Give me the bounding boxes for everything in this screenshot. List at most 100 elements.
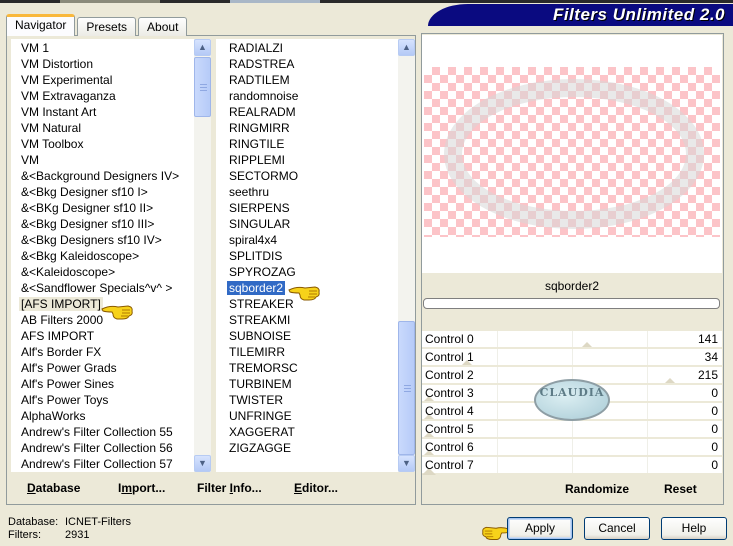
control-slider[interactable]: Control 5 0 [422,419,722,439]
database-button[interactable]: Database [27,481,80,495]
list-item[interactable]: VM Toolbox [11,136,211,152]
filters-count-value: 2931 [65,529,90,541]
list-item[interactable]: AFS IMPORT [11,328,211,344]
control-slider[interactable]: Control 0 141 [422,329,722,349]
scroll-down-button[interactable]: ▼ [194,455,211,472]
list-item[interactable]: ZIGZAGGE [216,440,415,456]
list-item-label: TILEMIRR [229,345,286,359]
editor-button[interactable]: Editor... [294,481,338,495]
list-item[interactable]: RADSTREA [216,56,415,72]
list-item[interactable]: Andrew's Filter Collection 56 [11,440,211,456]
list-item[interactable]: TREMORSC [216,360,415,376]
list-item-label: VM 1 [21,41,50,55]
list-item[interactable]: VM Distortion [11,56,211,72]
control-slider[interactable]: Control 6 0 [422,437,722,457]
list-item[interactable]: Alf's Power Toys [11,392,211,408]
list-item[interactable]: Alf's Power Grads [11,360,211,376]
list-item[interactable]: VM Instant Art [11,104,211,120]
slider-tick [497,421,498,437]
category-list[interactable]: VM 1 VM Distortion VM Experimental VM Extra… [11,39,211,472]
control-value: 0 [711,404,718,418]
list-item-label: TURBINEM [229,377,292,391]
tab-navigator[interactable]: Navigator [6,14,76,36]
database-value: ICNET-Filters [65,516,131,528]
scroll-thumb[interactable] [194,57,211,117]
list-item[interactable]: spiral4x4 [216,232,415,248]
list-item-label: SPYROZAG [229,265,296,279]
list-item[interactable]: SECTORMO [216,168,415,184]
list-item[interactable]: SUBNOISE [216,328,415,344]
list-item[interactable]: VM Extravaganza [11,88,211,104]
apply-button[interactable]: Apply [507,517,573,540]
list-item-label: Andrew's Filter Collection 55 [21,425,173,439]
list-item[interactable]: &<Bkg Designers sf10 IV> [11,232,211,248]
category-scrollbar[interactable]: ▲ ▼ [194,39,211,472]
list-item[interactable]: Andrew's Filter Collection 57 [11,456,211,472]
list-item-label: VM Instant Art [21,105,97,119]
tab-presets[interactable]: Presets [77,17,137,36]
list-item[interactable]: &<Bkg Designer sf10 III> [11,216,211,232]
list-item[interactable]: UNFRINGE [216,408,415,424]
list-item[interactable]: TURBINEM [216,376,415,392]
import-button[interactable]: Import... [118,481,165,495]
list-item[interactable]: VM Natural [11,120,211,136]
control-value: 141 [697,332,718,346]
list-item-label: TWISTER [229,393,283,407]
app-title-banner: Filters Unlimited 2.0 [428,4,733,26]
list-item-label: UNFRINGE [229,409,292,423]
control-label: Control 7 [425,458,474,472]
control-slider[interactable]: Control 1 34 [422,347,722,367]
list-item[interactable]: Andrew's Filter Collection 55 [11,424,211,440]
list-item[interactable]: SPYROZAG [216,264,415,280]
list-item[interactable]: SIERPENS [216,200,415,216]
list-item[interactable]: VM [11,152,211,168]
list-item[interactable]: seethru [216,184,415,200]
list-item-label: VM Experimental [21,73,113,87]
list-item[interactable]: &<Bkg Designer sf10 I> [11,184,211,200]
control-label: Control 2 [425,368,474,382]
list-item-label: spiral4x4 [229,233,278,247]
list-item[interactable]: RIPPLEMI [216,152,415,168]
slider-tick [572,331,573,347]
control-slider[interactable]: Control 7 0 [422,455,722,475]
list-item[interactable]: &<Background Designers IV> [11,168,211,184]
filter-scrollbar[interactable]: ▲ ▼ [398,39,415,472]
scroll-up-button[interactable]: ▲ [194,39,211,56]
scroll-down-button[interactable]: ▼ [398,455,415,472]
list-item[interactable]: Alf's Power Sines [11,376,211,392]
list-item[interactable]: &<BKg Designer sf10 II> [11,200,211,216]
slider-tick [497,349,498,365]
cancel-button[interactable]: Cancel [584,517,650,540]
list-item[interactable]: randomnoise [216,88,415,104]
list-item[interactable]: RADIALZI [216,40,415,56]
list-item[interactable]: &<Sandflower Specials^v^ > [11,280,211,296]
reset-button[interactable]: Reset [664,482,697,496]
list-item[interactable]: VM 1 [11,40,211,56]
list-item[interactable]: RINGMIRR [216,120,415,136]
list-item[interactable]: STREAKMI [216,312,415,328]
scroll-thumb[interactable] [398,321,415,455]
list-item[interactable]: Alf's Border FX [11,344,211,360]
list-item[interactable]: SINGULAR [216,216,415,232]
list-item[interactable]: VM Experimental [11,72,211,88]
list-item[interactable]: RINGTILE [216,136,415,152]
list-item-label: &<Bkg Kaleidoscope> [21,249,140,263]
list-item-label: Alf's Power Grads [21,361,117,375]
filter-info-button[interactable]: Filter Info... [197,481,262,495]
list-item[interactable]: TILEMIRR [216,344,415,360]
preview-image [424,67,720,237]
list-item[interactable]: REALRADM [216,104,415,120]
list-item[interactable]: XAGGERAT [216,424,415,440]
list-item[interactable]: SPLITDIS [216,248,415,264]
randomize-button[interactable]: Randomize [565,482,629,496]
scroll-up-button[interactable]: ▲ [398,39,415,56]
list-item[interactable]: AlphaWorks [11,408,211,424]
slider-tick [647,421,648,437]
tab-about[interactable]: About [138,17,188,36]
list-item[interactable]: &<Kaleidoscope> [11,264,211,280]
list-item[interactable]: TWISTER [216,392,415,408]
filter-list[interactable]: RADIALZI RADSTREA RADTILEM randomnoise REALR… [216,39,415,472]
help-button[interactable]: Help [661,517,727,540]
list-item[interactable]: RADTILEM [216,72,415,88]
list-item[interactable]: &<Bkg Kaleidoscope> [11,248,211,264]
